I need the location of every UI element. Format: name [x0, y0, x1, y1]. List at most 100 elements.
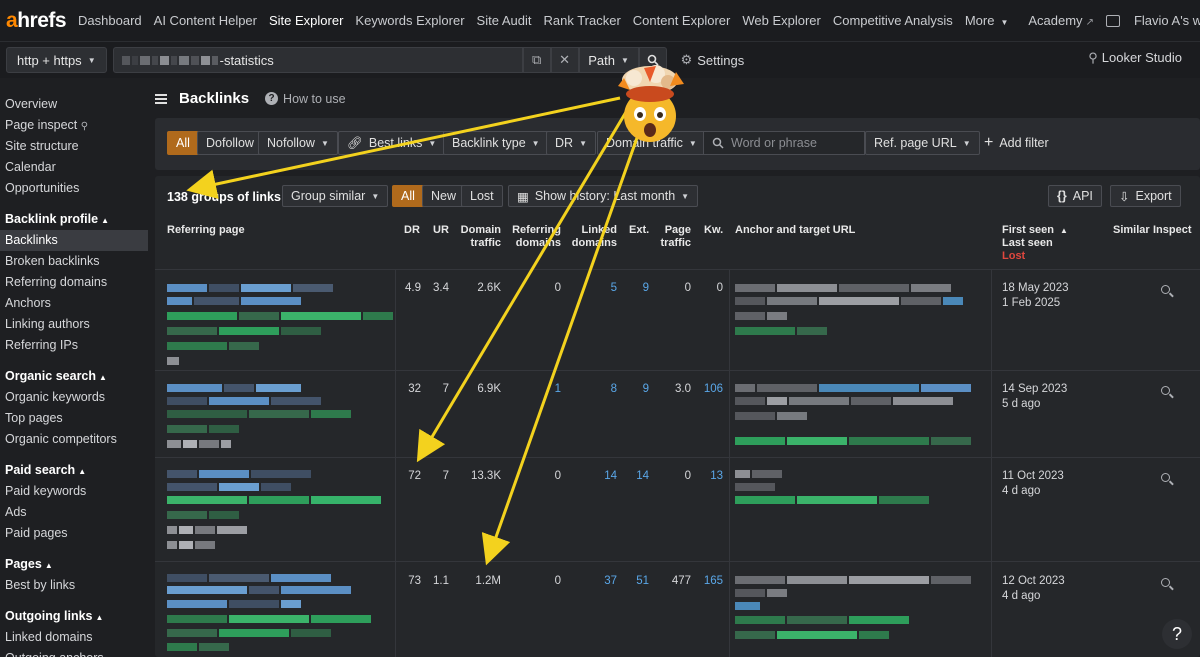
open-external-icon[interactable]: ⧉ [522, 47, 551, 73]
redacted-referring-url [167, 526, 247, 534]
backlink-type-select[interactable]: Backlink type ▼ [443, 131, 549, 155]
header-anchor[interactable]: Anchor and target URL [735, 224, 855, 237]
cell-ext[interactable]: 51 [625, 575, 649, 587]
tab-new[interactable]: New [422, 185, 466, 207]
header-ur[interactable]: UR [433, 224, 449, 237]
cell-linked-domains[interactable]: 14 [567, 470, 617, 482]
header-inspect[interactable]: Inspect [1153, 224, 1192, 237]
sidebar-section-pages[interactable]: Pages ▲ [0, 554, 148, 575]
header-similar[interactable]: Similar [1113, 224, 1150, 237]
sidebar-item-anchors[interactable]: Anchors [0, 293, 148, 314]
header-domain-traffic[interactable]: Domain traffic [455, 224, 501, 250]
nav-web-explorer[interactable]: Web Explorer [742, 13, 821, 28]
inspect-icon[interactable] [1161, 473, 1170, 482]
sidebar-item-calendar[interactable]: Calendar [0, 157, 148, 178]
best-links-select[interactable]: 🔗︎ Best links ▼ [338, 131, 446, 155]
cell-referring-domains[interactable]: 1 [507, 383, 561, 395]
sidebar-item-referring-ips[interactable]: Referring IPs [0, 335, 148, 356]
cell-dr: 4.9 [405, 282, 421, 294]
sidebar-item-organic-competitors[interactable]: Organic competitors [0, 429, 148, 450]
header-kw[interactable]: Kw. [704, 224, 723, 237]
account-menu[interactable]: Flavio A's worksp... [1134, 13, 1200, 28]
target-url-input[interactable]: -statistics [112, 47, 523, 73]
nav-site-explorer[interactable]: Site Explorer [269, 13, 343, 28]
header-referring-page[interactable]: Referring page [167, 224, 245, 237]
cell-ext[interactable]: 14 [625, 470, 649, 482]
header-first-last-seen[interactable]: First seen ▲ Last seen Lost [1002, 224, 1068, 263]
inspect-icon[interactable] [1161, 578, 1170, 587]
caret-up-icon: ▲ [44, 561, 53, 570]
filter-all-button[interactable]: All [167, 131, 199, 155]
sidebar-item-best-by-links[interactable]: Best by links [0, 575, 148, 596]
header-dr[interactable]: DR [404, 224, 420, 237]
cell-kw[interactable]: 13 [695, 470, 723, 482]
sidebar-section-organic-search[interactable]: Organic search ▲ [0, 366, 148, 387]
header-linked-domains[interactable]: Linked domains [567, 224, 617, 250]
nav-competitive-analysis[interactable]: Competitive Analysis [833, 13, 953, 28]
search-input[interactable]: Word or phrase [703, 131, 865, 155]
header-referring-domains[interactable]: Referring domains [507, 224, 561, 250]
sidebar-item-broken-backlinks[interactable]: Broken backlinks [0, 251, 148, 272]
tab-lost[interactable]: Lost [461, 185, 503, 207]
nav-keywords-explorer[interactable]: Keywords Explorer [355, 13, 464, 28]
nav-ai-content-helper[interactable]: AI Content Helper [154, 13, 257, 28]
clear-icon[interactable]: ✕ [550, 47, 579, 73]
sidebar-section-outgoing-links[interactable]: Outgoing links ▲ [0, 606, 148, 627]
cell-first-seen: 11 Oct 2023 [1002, 470, 1064, 482]
add-filter-button[interactable]: + Add filter [975, 131, 1058, 155]
cell-kw[interactable]: 165 [695, 575, 723, 587]
sidebar-item-organic-keywords[interactable]: Organic keywords [0, 387, 148, 408]
nav-more[interactable]: More ▼ [965, 13, 1009, 28]
cell-ur: 7 [442, 470, 449, 482]
cell-linked-domains[interactable]: 5 [567, 282, 617, 294]
inspect-icon[interactable] [1161, 285, 1170, 294]
cell-linked-domains[interactable]: 37 [567, 575, 617, 587]
help-button[interactable]: ? [1162, 619, 1192, 649]
cell-linked-domains[interactable]: 8 [567, 383, 617, 395]
sidebar-item-overview[interactable]: Overview [0, 94, 148, 115]
sidebar-item-linking-authors[interactable]: Linking authors [0, 314, 148, 335]
sidebar-item-top-pages[interactable]: Top pages [0, 408, 148, 429]
filter-nofollow-button[interactable]: Nofollow ▼ [258, 131, 338, 155]
nav-academy[interactable]: Academy ↗ [1028, 13, 1094, 28]
sidebar-item-page-inspect[interactable]: Page inspect ⚲ [0, 115, 148, 136]
protocol-select[interactable]: http + https ▼ [6, 47, 107, 73]
sidebar-item-backlinks[interactable]: Backlinks [0, 230, 148, 251]
sidebar-item-linked-domains[interactable]: Linked domains [0, 627, 148, 648]
nav-site-audit[interactable]: Site Audit [477, 13, 532, 28]
header-ext[interactable]: Ext. [629, 224, 649, 237]
cell-kw: 0 [716, 282, 723, 294]
inspect-icon[interactable] [1161, 386, 1170, 395]
looker-studio-link[interactable]: ⚲ Looker Studio [1088, 50, 1182, 66]
sidebar-item-outgoing-anchors[interactable]: Outgoing anchors [0, 648, 148, 657]
cell-ext[interactable]: 9 [625, 383, 649, 395]
sidebar-item-referring-domains[interactable]: Referring domains [0, 272, 148, 293]
sidebar-section-paid-search[interactable]: Paid search ▲ [0, 460, 148, 481]
group-similar-select[interactable]: Group similar ▼ [282, 185, 389, 207]
menu-icon[interactable] [155, 93, 167, 104]
export-button[interactable]: ⇩ Export [1110, 185, 1181, 207]
ahrefs-logo[interactable]: ahrefs [6, 9, 67, 33]
cell-kw[interactable]: 106 [695, 383, 723, 395]
redacted-referring-url [167, 312, 393, 320]
nav-dashboard[interactable]: Dashboard [78, 13, 142, 28]
sidebar-item-site-structure[interactable]: Site structure [0, 136, 148, 157]
nav-rank-tracker[interactable]: Rank Tracker [543, 13, 620, 28]
cell-ur: 1.1 [433, 575, 449, 587]
api-button[interactable]: {} API [1048, 185, 1102, 207]
ref-page-url-select[interactable]: Ref. page URL ▼ [865, 131, 980, 155]
history-select[interactable]: ▦ Show history: Last month ▼ [508, 185, 699, 207]
sidebar-item-paid-keywords[interactable]: Paid keywords [0, 481, 148, 502]
sidebar-item-paid-pages[interactable]: Paid pages [0, 523, 148, 544]
dr-select[interactable]: DR ▼ [546, 131, 596, 155]
cell-ext[interactable]: 9 [625, 282, 649, 294]
sidebar-section-backlink-profile[interactable]: Backlink profile ▲ [0, 209, 148, 230]
sidebar-item-ads[interactable]: Ads [0, 502, 148, 523]
how-to-use-link[interactable]: ? How to use [265, 92, 346, 106]
filter-dofollow-button[interactable]: Dofollow [197, 131, 263, 155]
chat-icon[interactable] [1105, 14, 1120, 27]
tab-all[interactable]: All [392, 185, 424, 207]
sidebar-item-opportunities[interactable]: Opportunities [0, 178, 148, 199]
header-page-traffic[interactable]: Page traffic [653, 224, 691, 250]
nav-content-explorer[interactable]: Content Explorer [633, 13, 731, 28]
